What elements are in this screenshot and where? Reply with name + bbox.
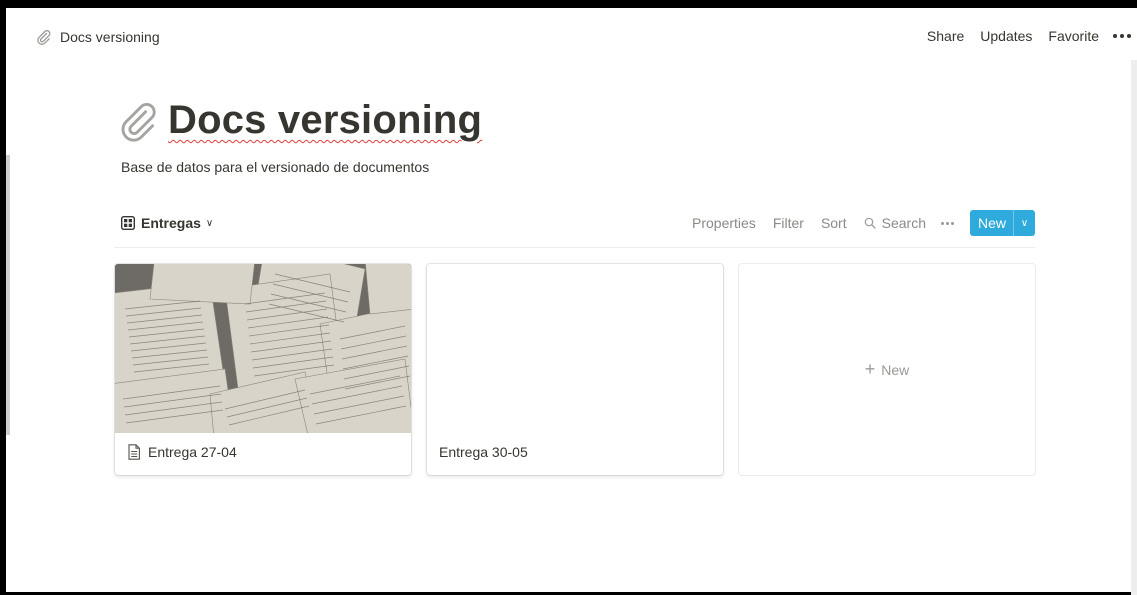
card-cover-image <box>115 264 411 433</box>
page-title[interactable]: Docs versioning <box>168 98 482 143</box>
search-icon <box>864 217 876 229</box>
cover-papers-picture <box>115 264 411 433</box>
top-actions: Share Updates Favorite <box>911 28 1131 44</box>
plus-icon: + <box>864 359 876 379</box>
gallery-icon <box>121 216 135 230</box>
more-dots-icon[interactable] <box>1113 34 1131 38</box>
new-button-group: New ∨ <box>969 210 1035 236</box>
scrollbar[interactable] <box>1131 60 1137 595</box>
view-divider <box>114 247 1035 248</box>
share-button[interactable]: Share <box>927 28 964 44</box>
chevron-down-icon: ∨ <box>205 217 214 229</box>
view-more-icon[interactable] <box>940 221 954 225</box>
view-name: Entregas <box>141 215 201 231</box>
paperclip-icon <box>37 30 51 45</box>
gallery-card[interactable]: Entrega 30-05 <box>427 264 723 475</box>
properties-button[interactable]: Properties <box>692 215 756 231</box>
document-icon <box>128 444 140 460</box>
add-new-card[interactable]: + New <box>739 264 1035 475</box>
page-description[interactable]: Base de datos para el versionado de docu… <box>121 159 429 175</box>
sort-button[interactable]: Sort <box>821 215 847 231</box>
new-button[interactable]: New <box>970 210 1013 236</box>
breadcrumb-title: Docs versioning <box>60 29 160 45</box>
view-actions: Properties Filter Sort Search New ∨ <box>692 210 1035 236</box>
chevron-down-icon[interactable]: ∨ <box>1013 210 1035 236</box>
card-title[interactable]: Entrega 27-04 <box>127 444 237 460</box>
breadcrumb[interactable]: Docs versioning <box>36 29 160 45</box>
search-button[interactable]: Search <box>864 215 926 231</box>
card-title-text: Entrega 27-04 <box>148 444 237 460</box>
filter-button[interactable]: Filter <box>773 215 804 231</box>
page-header: Docs versioning <box>118 98 482 143</box>
top-bar: Docs versioning Share Updates Favorite <box>6 8 1131 54</box>
database-view-bar: Entregas ∨ Properties Filter Sort Search… <box>114 210 1035 240</box>
gallery-card[interactable]: Entrega 27-04 <box>115 264 411 475</box>
sidebar-edge <box>6 155 10 435</box>
add-new-label: New <box>881 361 910 378</box>
add-new-card-content: + New <box>739 264 1035 475</box>
paperclip-icon[interactable] <box>118 100 160 142</box>
favorite-button[interactable]: Favorite <box>1048 28 1099 44</box>
updates-button[interactable]: Updates <box>980 28 1032 44</box>
card-title-text: Entrega 30-05 <box>439 444 528 460</box>
view-selector[interactable]: Entregas ∨ <box>121 215 213 231</box>
search-label: Search <box>881 215 926 231</box>
card-title[interactable]: Entrega 30-05 <box>439 444 528 460</box>
window-frame-top <box>0 0 1137 8</box>
